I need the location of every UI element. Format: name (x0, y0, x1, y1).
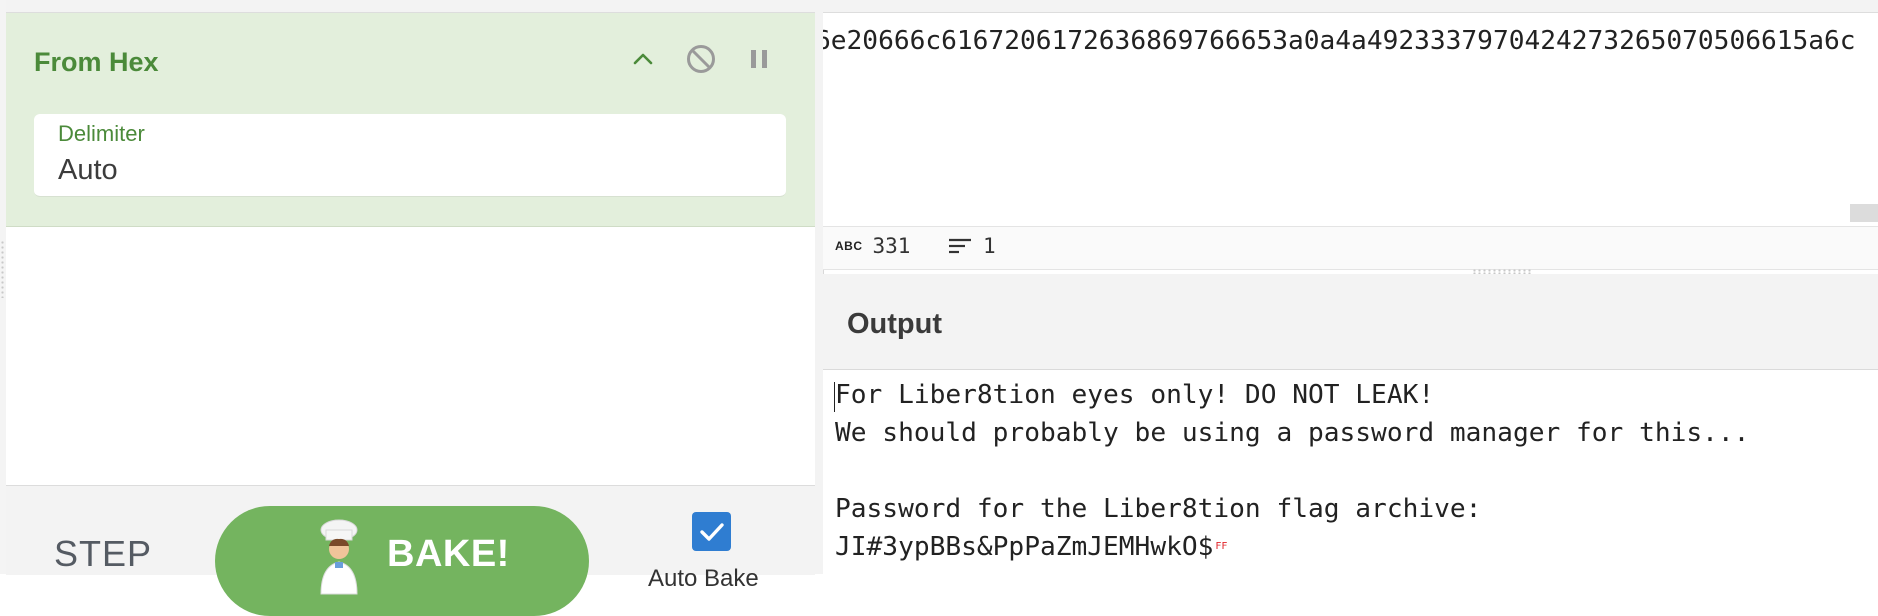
abc-icon: ABC (835, 239, 863, 253)
step-button[interactable]: STEP (54, 533, 152, 575)
delimiter-field[interactable]: Delimiter Auto (34, 114, 786, 197)
input-length: 331 (872, 234, 911, 258)
output-line-password: JI#3ypBBs&PpPaZmJEMHwkO$ FF (835, 532, 1227, 562)
resize-grip[interactable] (1, 240, 4, 298)
delimiter-label: Delimiter (58, 121, 145, 146)
chevron-up-icon[interactable] (627, 43, 659, 75)
output-text-area[interactable]: For Liber8tion eyes only! DO NOT LEAK! W… (823, 370, 1878, 574)
input-header-edge (823, 0, 1878, 13)
horizontal-scrollbar[interactable] (1850, 204, 1878, 222)
length-stat: ABC 331 (835, 234, 910, 258)
controls-bar: STEP BAKE! Auto Bake (6, 485, 815, 616)
form-feed-glyph: FF (1215, 541, 1228, 552)
output-line: Password for the Liber8tion flag archive… (835, 494, 1482, 524)
recipe-pane: From Hex Delimiter Auto STEP BAKE! Auto … (6, 0, 816, 616)
operation-from-hex[interactable]: From Hex Delimiter Auto (6, 13, 815, 227)
auto-bake-checkbox[interactable] (692, 512, 731, 551)
lines-stat: 1 (947, 234, 996, 258)
output-header: Output (823, 274, 1878, 370)
input-text[interactable]: 6e20666c6167206172636869766653a0a4a49233… (823, 26, 1856, 56)
lines-icon (949, 238, 971, 254)
recipe-header-edge (6, 0, 815, 13)
disable-icon[interactable] (685, 43, 717, 75)
chef-icon (311, 516, 367, 601)
output-line: For Liber8tion eyes only! DO NOT LEAK! (835, 380, 1435, 410)
auto-bake-label: Auto Bake (648, 565, 759, 592)
form-feed-glyph-text: FF (1215, 541, 1228, 552)
input-lines: 1 (983, 234, 996, 258)
check-icon (699, 522, 724, 541)
operation-controls (627, 43, 775, 75)
bake-label: BAKE! (387, 533, 510, 575)
password-text: JI#3ypBBs&PpPaZmJEMHwkO$ (835, 532, 1214, 562)
pause-icon[interactable] (743, 43, 775, 75)
output-title: Output (847, 308, 943, 340)
output-line: We should probably be using a password m… (835, 418, 1750, 448)
input-status-bar: ABC 331 1 (823, 226, 1878, 270)
bake-button[interactable]: BAKE! (215, 506, 589, 616)
operation-title: From Hex (34, 47, 159, 77)
input-pane[interactable]: 6e20666c6167206172636869766653a0a4a49233… (823, 0, 1878, 226)
delimiter-value[interactable]: Auto (58, 154, 118, 187)
